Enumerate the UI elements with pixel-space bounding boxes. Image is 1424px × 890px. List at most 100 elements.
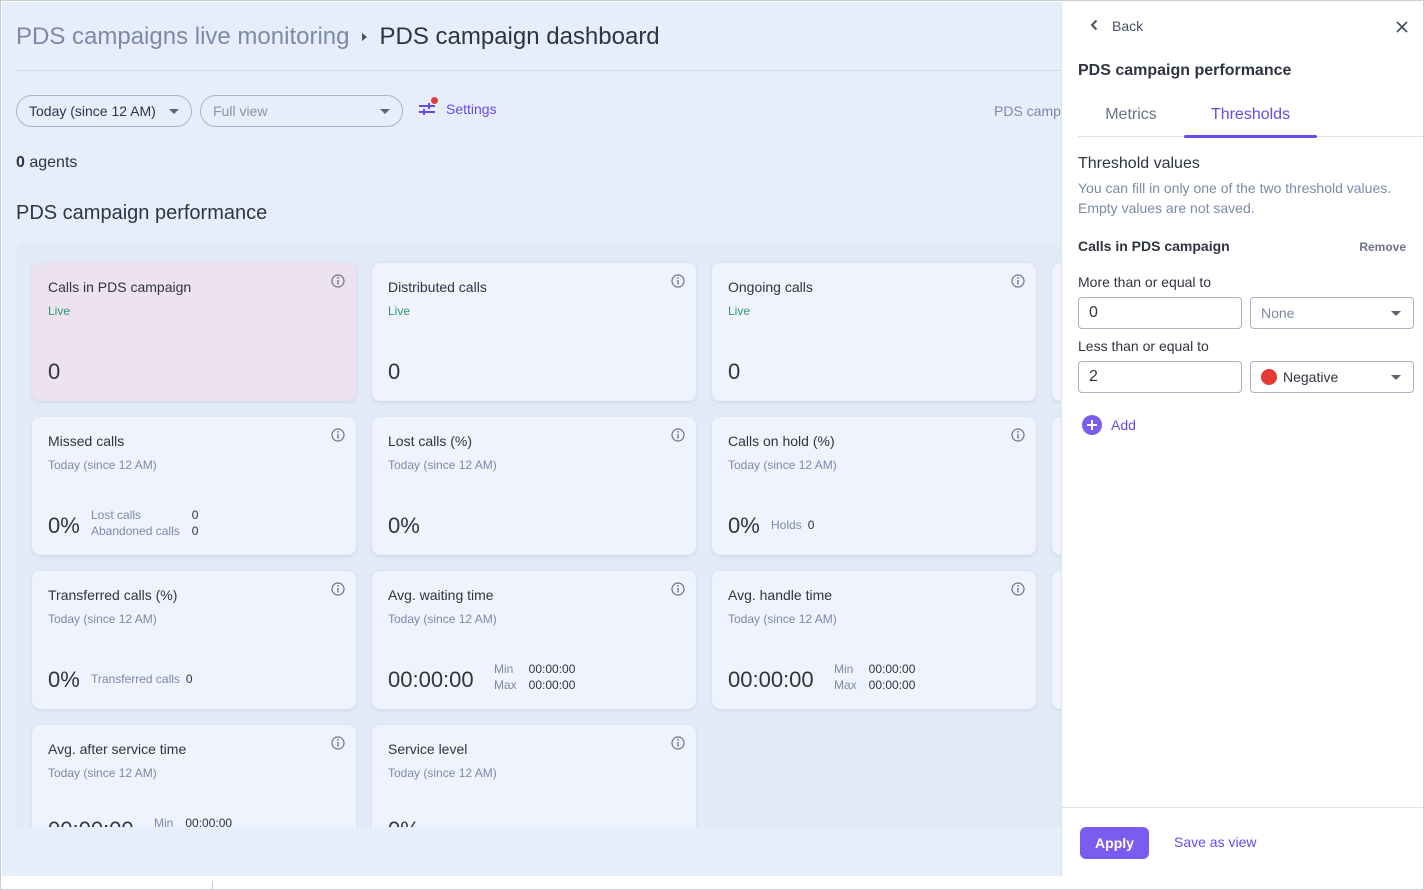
info-icon[interactable]: [671, 274, 685, 293]
breakdown-label: Min: [494, 662, 514, 676]
view-placeholder: Full view: [213, 103, 268, 119]
tab-metrics[interactable]: Metrics: [1078, 98, 1184, 137]
breakdown-label: Min: [834, 662, 854, 676]
breakdown-value: 0: [191, 508, 199, 522]
plus-circle-icon: [1082, 415, 1102, 435]
le-status-select[interactable]: Negative: [1250, 361, 1414, 393]
le-label: Less than or equal to: [1078, 338, 1209, 354]
metric-card-title: Service level: [388, 741, 468, 757]
remove-threshold-button[interactable]: Remove: [1359, 240, 1406, 254]
metric-card-live-badge: Live: [728, 304, 751, 318]
metric-card-value: 0: [48, 359, 61, 384]
metric-card-title: Missed calls: [48, 433, 125, 449]
metric-card-title: Ongoing calls: [728, 279, 813, 295]
time-range-dropdown[interactable]: Today (since 12 AM): [16, 95, 192, 127]
info-icon[interactable]: [331, 582, 345, 601]
metric-card-value: 0%: [728, 513, 760, 538]
metric-card-title: Avg. after service time: [48, 741, 187, 757]
metric-card-value: 00:00:00: [388, 667, 474, 692]
metric-card-period: Today (since 12 AM): [388, 612, 497, 626]
status-divider: [212, 881, 213, 889]
metric-card-period: Today (since 12 AM): [388, 458, 497, 472]
breakdown-label: Max: [834, 678, 857, 692]
ge-value-input[interactable]: 0: [1078, 297, 1242, 329]
add-threshold-button[interactable]: Add: [1082, 415, 1136, 435]
scroll-clip: [2, 827, 1061, 876]
metric-card-period: Today (since 12 AM): [48, 458, 157, 472]
metric-card-avg-waiting-time[interactable]: Avg. waiting time Today (since 12 AM) 00…: [372, 571, 696, 709]
breadcrumb-parent-link[interactable]: PDS campaigns live monitoring: [16, 23, 349, 51]
metric-card-value: 0%: [48, 513, 80, 538]
settings-button[interactable]: Settings: [418, 97, 497, 118]
chevron-down-icon: [1391, 375, 1401, 380]
metric-card-missed-calls[interactable]: Missed calls Today (since 12 AM) 0% Lost…: [32, 417, 356, 555]
info-icon[interactable]: [1011, 582, 1025, 601]
tab-thresholds[interactable]: Thresholds: [1184, 98, 1317, 138]
agents-count: 0 agents: [16, 154, 77, 172]
metric-card-period: Today (since 12 AM): [48, 766, 157, 780]
breakdown-value: 00:00:00: [868, 662, 916, 676]
info-icon[interactable]: [1011, 274, 1025, 293]
info-icon[interactable]: [671, 736, 685, 755]
metric-card-ongoing-calls[interactable]: Ongoing calls Live 0: [712, 263, 1036, 401]
info-icon[interactable]: [331, 274, 345, 293]
metric-card-period: Today (since 12 AM): [728, 612, 837, 626]
info-icon[interactable]: [1011, 428, 1025, 447]
metric-card-live-badge: Live: [48, 304, 71, 318]
metric-card-breakdown: Min 00:00:00 Max 00:00:00: [834, 661, 915, 693]
close-icon[interactable]: [1396, 20, 1408, 38]
metric-card-partial[interactable]: [1052, 263, 1061, 401]
metric-card-partial[interactable]: [1052, 417, 1061, 555]
header-divider: [16, 70, 1061, 71]
chevron-left-icon: [1090, 18, 1098, 34]
time-range-value: Today (since 12 AM): [29, 103, 156, 119]
save-as-view-button[interactable]: Save as view: [1174, 834, 1256, 850]
add-label: Add: [1111, 417, 1136, 433]
view-dropdown[interactable]: Full view: [200, 95, 403, 127]
settings-label: Settings: [446, 101, 497, 117]
notification-dot-icon: [431, 97, 438, 104]
metric-card-title: Calls on hold (%): [728, 433, 835, 449]
breakdown-label: Abandoned calls: [91, 524, 180, 538]
info-icon[interactable]: [331, 428, 345, 447]
metric-card-breakdown: Lost calls 0 Abandoned calls 0: [91, 507, 198, 539]
info-icon[interactable]: [671, 428, 685, 447]
metric-card-value: 0: [728, 359, 741, 384]
back-button[interactable]: Back: [1090, 18, 1143, 34]
metric-card-distributed-calls[interactable]: Distributed calls Live 0: [372, 263, 696, 401]
breakdown-value: 00:00:00: [868, 678, 916, 692]
le-value-input[interactable]: 2: [1078, 361, 1242, 393]
panel-title: PDS campaign performance: [1078, 62, 1292, 79]
threshold-metric-name: Calls in PDS campaign: [1078, 238, 1230, 254]
metric-card-breakdown: Holds 0: [771, 518, 814, 532]
threshold-hint: You can fill in only one of the two thre…: [1078, 180, 1392, 216]
metric-card-calls-in-campaign[interactable]: Calls in PDS campaign Live 0: [32, 263, 356, 401]
breakdown-label: Max: [494, 678, 517, 692]
metric-card-breakdown: Transferred calls 0: [91, 672, 193, 686]
metric-card-title: Avg. waiting time: [388, 587, 494, 603]
info-icon[interactable]: [671, 582, 685, 601]
threshold-side-panel: Back PDS campaign performance Metrics Th…: [1061, 2, 1423, 876]
sliders-icon: [418, 97, 438, 118]
breakdown-value: 0: [185, 672, 193, 686]
metric-card-title: Transferred calls (%): [48, 587, 178, 603]
metric-card-value: 0%: [388, 513, 420, 538]
back-label: Back: [1112, 18, 1144, 34]
metric-card-partial[interactable]: [1052, 571, 1061, 709]
metric-card-value: 0: [388, 359, 401, 384]
view-name-label: PDS campa: [994, 103, 1061, 119]
breakdown-label: Lost calls: [91, 508, 142, 522]
metric-card-calls-on-hold[interactable]: Calls on hold (%) Today (since 12 AM) 0%…: [712, 417, 1036, 555]
ge-status-select[interactable]: None: [1250, 297, 1414, 329]
metric-card-lost-calls[interactable]: Lost calls (%) Today (since 12 AM) 0%: [372, 417, 696, 555]
agents-count-value: 0: [16, 154, 25, 171]
metric-card-avg-handle-time[interactable]: Avg. handle time Today (since 12 AM) 00:…: [712, 571, 1036, 709]
metric-card-value: 00:00:00: [728, 667, 814, 692]
metric-card-title: Calls in PDS campaign: [48, 279, 192, 295]
chevron-down-icon: [169, 109, 179, 114]
info-icon[interactable]: [331, 736, 345, 755]
metric-card-transferred-calls[interactable]: Transferred calls (%) Today (since 12 AM…: [32, 571, 356, 709]
ge-status-value: None: [1261, 305, 1295, 321]
apply-button[interactable]: Apply: [1080, 827, 1149, 859]
threshold-heading: Threshold values: [1078, 155, 1200, 172]
